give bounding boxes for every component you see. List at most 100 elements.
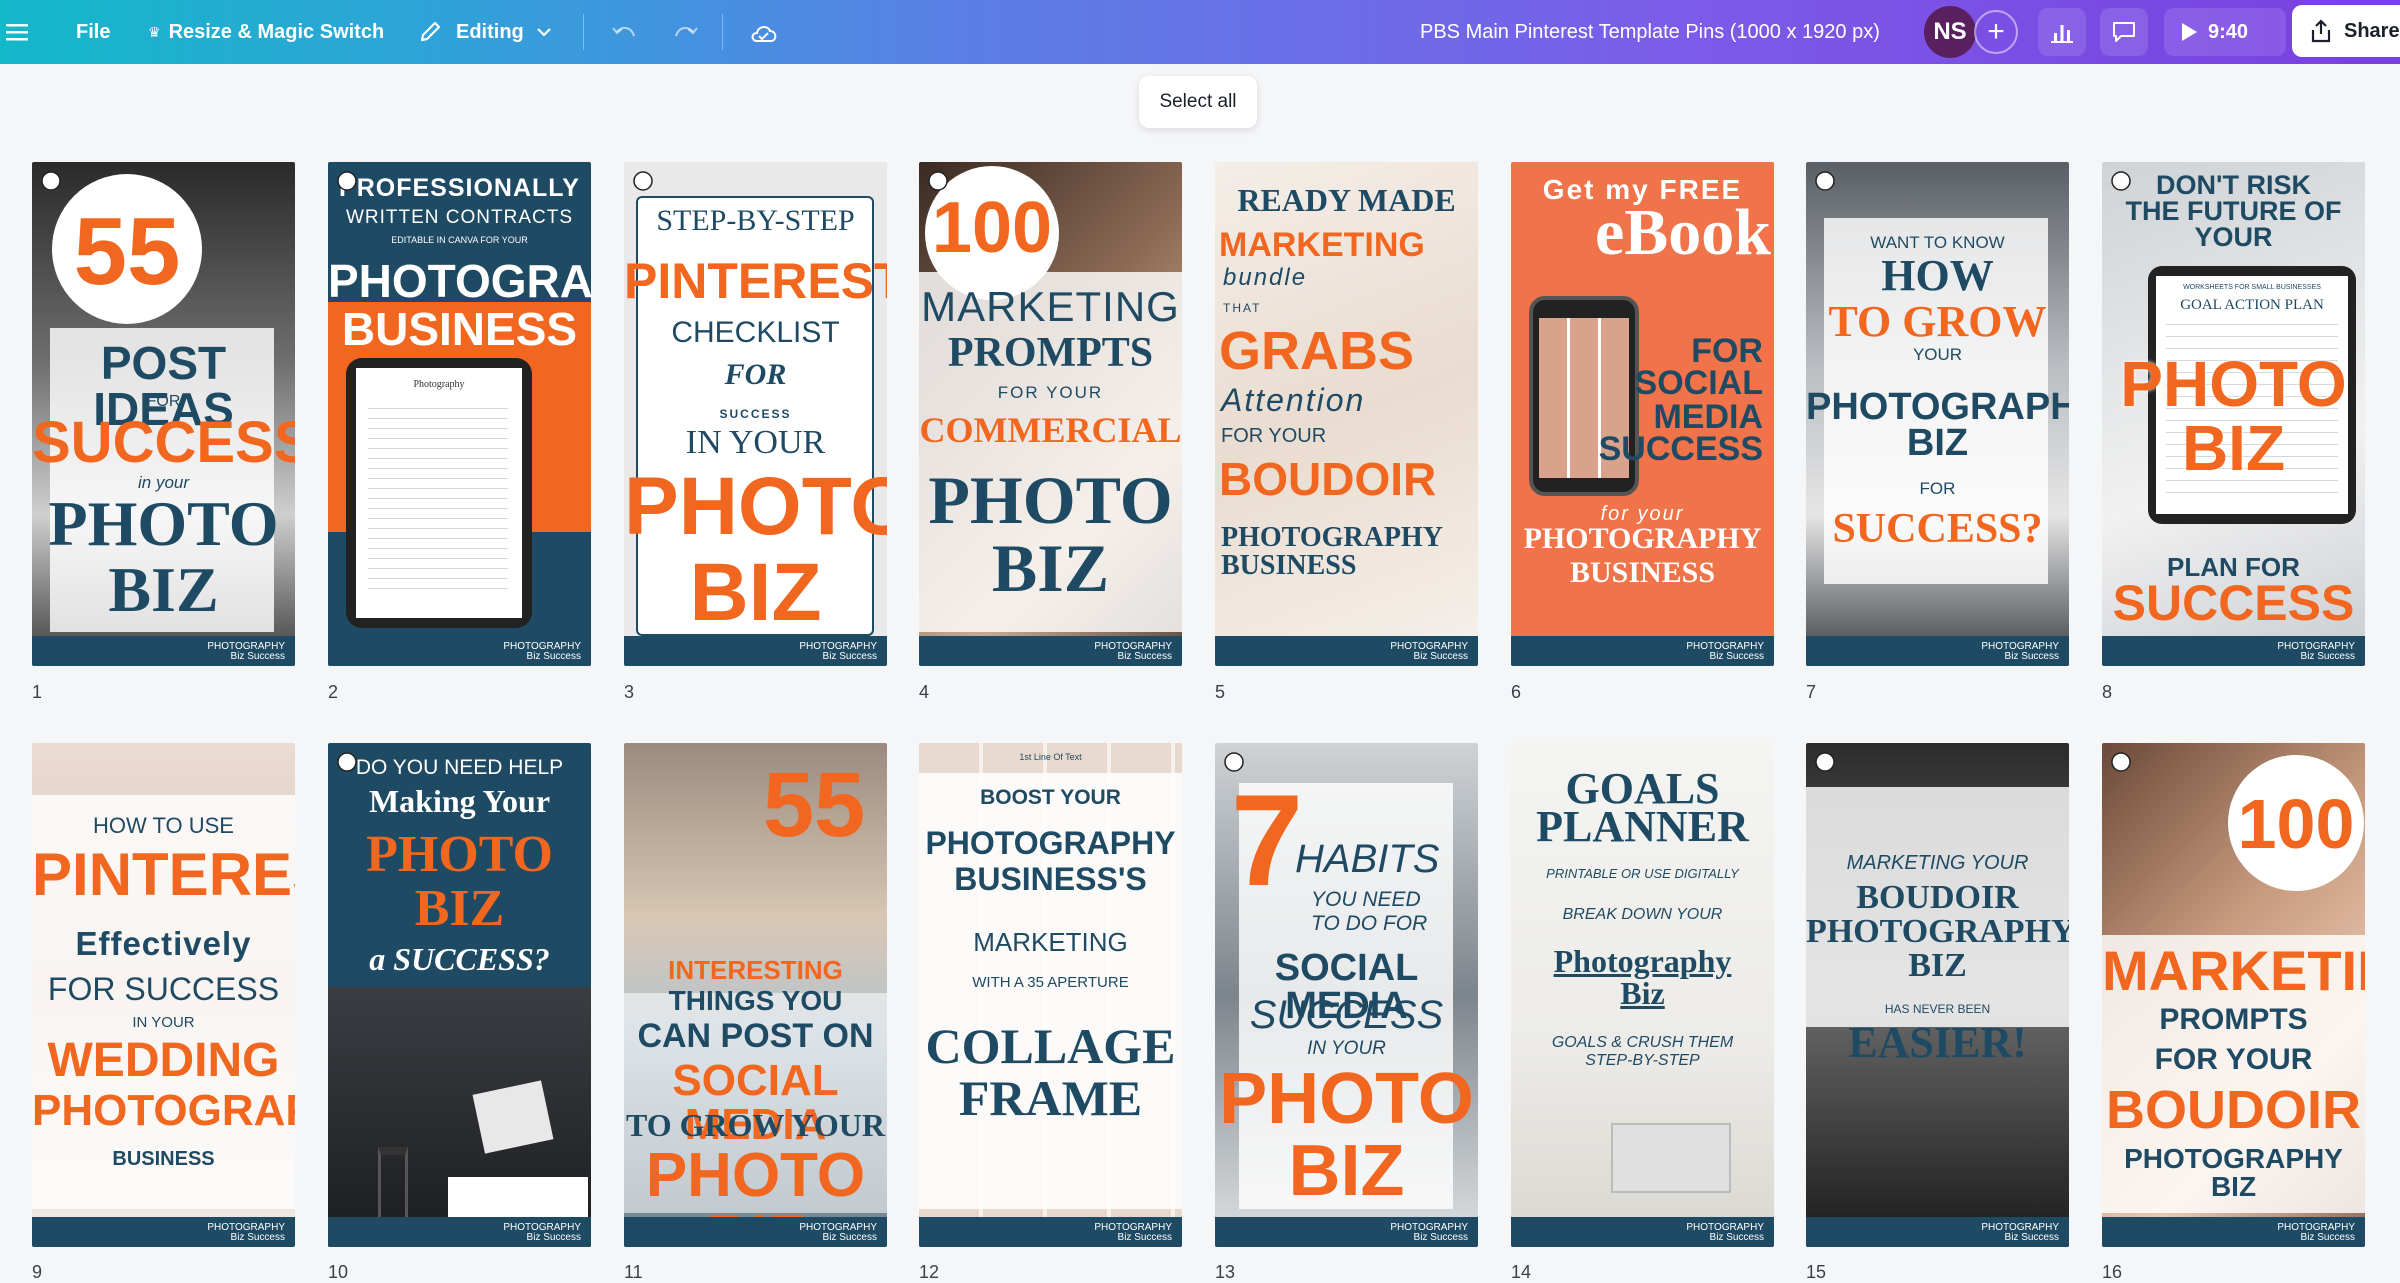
pin-text: TO GROW YOUR xyxy=(626,1107,885,1143)
redo-icon xyxy=(675,26,698,37)
page-thumbnail[interactable]: GOALS PLANNER PRINTABLE OR USE DIGITALLY… xyxy=(1511,743,1774,1247)
pin-text: TO GROW xyxy=(1828,297,2047,346)
comment-icon[interactable] xyxy=(1814,170,1836,192)
comment-icon[interactable] xyxy=(632,170,654,192)
pin-text: FRAME xyxy=(958,1070,1143,1126)
share-button[interactable]: Share xyxy=(2292,5,2400,57)
studio-photo xyxy=(328,987,591,1247)
pin-text: PHOTOGRAPHY xyxy=(1806,913,2069,950)
comment-icon[interactable] xyxy=(1814,751,1836,773)
document-title[interactable]: PBS Main Pinterest Template Pins (1000 x… xyxy=(1420,0,1880,64)
pin-footer: PHOTOGRAPHY Biz Success xyxy=(919,636,1182,666)
pin-text: bundle xyxy=(1223,264,1308,291)
pin-text: BIZ xyxy=(689,547,822,638)
hamburger-icon xyxy=(6,24,28,41)
pin-text: BOUDOIR xyxy=(1856,879,2019,916)
add-collaborator-button[interactable]: + xyxy=(1974,10,2018,54)
page-thumbnail[interactable]: WANT TO KNOW HOW TO GROW YOUR PHOTOGRAPH… xyxy=(1806,162,2069,666)
pin-footer: PHOTOGRAPHY Biz Success xyxy=(1215,1217,1478,1247)
pin-text: THAT xyxy=(1223,301,1262,315)
page-thumbnail[interactable]: 1st Line Of Text BOOST YOUR PHOTOGRAPHY … xyxy=(919,743,1182,1247)
brand-logo: PHOTOGRAPHY Biz Success xyxy=(799,1222,877,1243)
pin-footer: PHOTOGRAPHY Biz Success xyxy=(1511,1217,1774,1247)
resize-magic-switch-button[interactable]: ♛ Resize & Magic Switch xyxy=(148,0,384,64)
pin-text: THE FUTURE OF xyxy=(2125,196,2342,226)
pin-text: PHOTO xyxy=(2120,348,2347,420)
brand-logo: PHOTOGRAPHY Biz Success xyxy=(1686,641,1764,662)
pin-text: BIZ xyxy=(991,530,1110,606)
pin-text: GRABS xyxy=(1219,321,1415,381)
comment-icon[interactable] xyxy=(40,170,62,192)
undo-button[interactable] xyxy=(600,8,648,56)
page-thumbnail[interactable]: DON'T RISK THE FUTURE OF YOUR WORKSHEETS… xyxy=(2102,162,2365,666)
comment-icon[interactable] xyxy=(2110,170,2132,192)
page-thumbnail[interactable]: READY MADE MARKETING bundle THAT GRABS A… xyxy=(1215,162,1478,666)
comment-icon[interactable] xyxy=(2110,751,2132,773)
pin-text: MARKETING xyxy=(1219,226,1425,264)
page-thumbnail[interactable]: 55 POST IDEAS FOR SUCCESS in your PHOTO … xyxy=(32,162,295,666)
page-thumbnail[interactable]: MARKETING YOUR BOUDOIR PHOTOGRAPHY BIZ H… xyxy=(1806,743,2069,1247)
pin-text: BIZ xyxy=(2181,412,2286,484)
pin-text: COMMERCIAL xyxy=(919,410,1182,450)
brand-logo: PHOTOGRAPHY Biz Success xyxy=(2277,641,2355,662)
redo-button[interactable] xyxy=(662,8,710,56)
comment-icon[interactable] xyxy=(927,170,949,192)
cloud-save-status-button[interactable] xyxy=(740,8,788,56)
editing-mode-dropdown[interactable]: Editing xyxy=(418,0,552,64)
pin-text: FOR SUCCESS xyxy=(47,971,280,1007)
pin-text: PINTEREST xyxy=(32,841,295,908)
page-number: 8 xyxy=(2102,682,2113,702)
insights-button[interactable] xyxy=(2038,8,2086,56)
page-thumbnail[interactable]: PROFESSIONALLY WRITTEN CONTRACTS EDITABL… xyxy=(328,162,591,666)
top-toolbar: File ♛ Resize & Magic Switch Editing PBS… xyxy=(0,0,2400,64)
pin-text: IN YOUR xyxy=(1307,1038,1386,1059)
page-thumbnail[interactable]: HOW TO USE PINTEREST Effectively FOR SUC… xyxy=(32,743,295,1247)
page-number: 5 xyxy=(1215,682,1226,702)
page-thumbnail[interactable]: 100 MARKETING PROMPTS FOR YOUR BOUDOIR P… xyxy=(2102,743,2365,1247)
brand-logo: PHOTOGRAPHY Biz Success xyxy=(207,1222,285,1243)
pin-text: Photography xyxy=(413,379,465,390)
hamburger-menu-button[interactable] xyxy=(0,8,34,56)
pin-text: EDITABLE IN CANVA FOR YOUR xyxy=(391,235,528,245)
pin-text: BIZ xyxy=(414,880,505,937)
brand-logo: PHOTOGRAPHY Biz Success xyxy=(799,641,877,662)
pin-text: PHOTO xyxy=(1219,1059,1474,1139)
pin-text: FOR YOUR xyxy=(2154,1043,2313,1076)
pin-text: BUSINESS xyxy=(1569,556,1716,589)
pin-text: SUCCESS xyxy=(2112,575,2355,631)
pin-text: BOOST YOUR xyxy=(980,786,1121,809)
pin-text: BOUDOIR xyxy=(2106,1080,2361,1140)
present-button[interactable]: 9:40 xyxy=(2164,8,2286,56)
pin-text: BUSINESS xyxy=(341,303,578,355)
comments-button[interactable] xyxy=(2100,8,2148,56)
comment-icon[interactable] xyxy=(336,170,358,192)
plus-icon: + xyxy=(1987,15,2005,48)
comment-icon[interactable] xyxy=(1223,751,1245,773)
pin-text: WEDDING xyxy=(47,1034,280,1087)
pin-text: STEP-BY-STEP xyxy=(1585,1052,1700,1069)
page-thumbnail[interactable]: DO YOU NEED HELP Making Your PHOTO BIZ a… xyxy=(328,743,591,1247)
pin-text: READY MADE xyxy=(1237,182,1456,218)
page-number: 7 xyxy=(1806,682,1817,702)
brand-logo: PHOTOGRAPHY Biz Success xyxy=(1390,1222,1468,1243)
page-thumbnail[interactable]: 100 MARKETING PROMPTS FOR YOUR COMMERCIA… xyxy=(919,162,1182,666)
avatar[interactable]: NS xyxy=(1924,6,1976,58)
page-thumbnail[interactable]: STEP-BY-STEP PINTEREST CHECKLIST FOR SUC… xyxy=(624,162,887,666)
page-thumbnail[interactable]: Get my FREE eBook FOR SOCIAL MEDIA SUCCE… xyxy=(1511,162,1774,666)
select-all-button[interactable]: Select all xyxy=(1139,76,1257,128)
file-menu-button[interactable]: File xyxy=(76,0,110,64)
laptop-photo xyxy=(1611,1123,1731,1193)
pin-footer: PHOTOGRAPHY Biz Success xyxy=(32,1217,295,1247)
page-thumbnail[interactable]: 55 INTERESTING THINGS YOU CAN POST ON SO… xyxy=(624,743,887,1247)
pin-text: CAN POST ON xyxy=(637,1017,874,1055)
pin-text: 55 xyxy=(73,198,181,305)
comment-icon[interactable] xyxy=(336,751,358,773)
page-thumbnail[interactable]: 7 HABITS YOU NEED TO DO FOR SOCIAL MEDIA… xyxy=(1215,743,1478,1247)
cloud-check-icon xyxy=(751,26,777,42)
pin-text: for your xyxy=(1600,503,1685,525)
pin-text: COLLAGE xyxy=(925,1018,1176,1074)
pin-text: PHOTOGRAPHY xyxy=(1806,386,2069,428)
pin-text: Making Your xyxy=(368,783,551,819)
pin-text: PHOTO xyxy=(624,461,887,552)
pin-text: FOR xyxy=(146,393,181,410)
